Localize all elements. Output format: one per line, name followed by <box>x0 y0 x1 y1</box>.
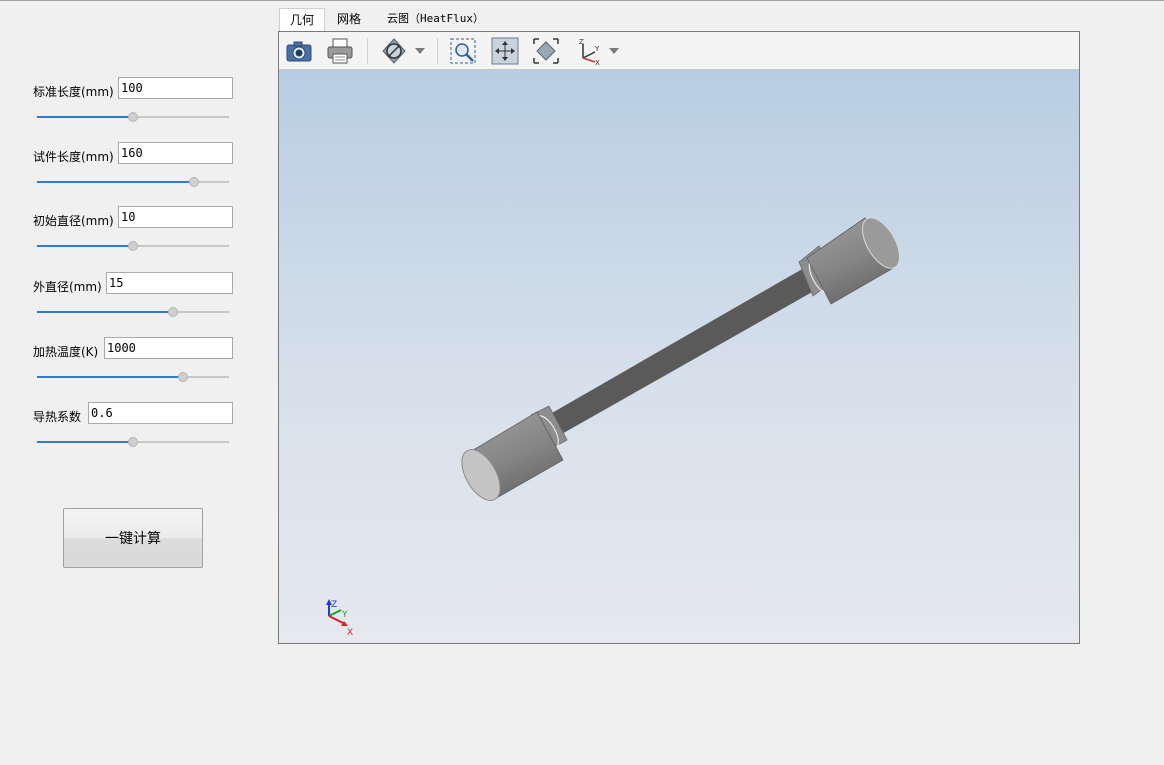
heating-temperature-slider[interactable] <box>37 372 229 382</box>
param-label: 标准长度(mm) <box>33 85 114 99</box>
slider-fill <box>37 376 183 378</box>
slider-fill <box>37 311 174 313</box>
param-specimen-length: 试件长度(mm) 160 <box>0 142 260 192</box>
param-outer-diameter: 外直径(mm) 15 <box>0 272 260 322</box>
slider-handle[interactable] <box>177 372 188 382</box>
param-label: 试件长度(mm) <box>33 150 114 164</box>
triad-y-label: Y <box>341 610 348 620</box>
specimen-length-slider[interactable] <box>37 177 229 187</box>
svg-text:Z: Z <box>579 38 584 46</box>
specimen-gauge-section <box>543 268 816 439</box>
param-label: 加热温度(K) <box>33 345 99 359</box>
slider-handle[interactable] <box>168 307 179 317</box>
tab-geometry[interactable]: 几何 <box>279 8 325 32</box>
display-mode-icon[interactable] <box>379 36 409 66</box>
fit-all-icon[interactable] <box>531 36 561 66</box>
thermal-conductivity-slider[interactable] <box>37 437 229 447</box>
initial-diameter-input[interactable]: 10 <box>118 206 233 228</box>
slider-handle[interactable] <box>128 437 138 447</box>
standard-length-slider[interactable] <box>37 112 229 122</box>
camera-icon[interactable] <box>284 36 314 66</box>
toolbar-separator <box>367 38 368 64</box>
triad-z-label: Z <box>331 600 337 610</box>
print-icon[interactable] <box>325 36 355 66</box>
toolbar-separator <box>437 38 438 64</box>
viewer-toolbar: Z Y X <box>279 32 1079 70</box>
specimen-model: Z Y X <box>326 217 901 638</box>
specimen-length-input[interactable]: 160 <box>118 142 233 164</box>
slider-fill <box>37 181 195 183</box>
slider-fill <box>37 441 133 443</box>
outer-diameter-input[interactable]: 15 <box>106 272 233 294</box>
standard-length-input[interactable]: 100 <box>118 77 233 99</box>
param-label: 初始直径(mm) <box>33 214 114 228</box>
pan-icon[interactable] <box>490 36 520 66</box>
slider-fill <box>37 116 133 118</box>
heating-temperature-input[interactable]: 1000 <box>104 337 233 359</box>
one-click-calculate-button[interactable]: 一键计算 <box>63 508 203 568</box>
tab-contour-heatflux[interactable]: 云图（HeatFlux） <box>387 8 484 30</box>
thermal-conductivity-input[interactable]: 0.6 <box>88 402 233 424</box>
slider-handle[interactable] <box>128 241 138 251</box>
param-label: 外直径(mm) <box>33 280 102 294</box>
axis-view-dropdown-arrow[interactable] <box>609 48 619 54</box>
zoom-window-icon[interactable] <box>448 36 478 66</box>
window-top-border <box>0 0 1164 1</box>
param-initial-diameter: 初始直径(mm) 10 <box>0 206 260 256</box>
3d-canvas[interactable]: Z Y X <box>279 70 1079 643</box>
slider-fill <box>37 245 133 247</box>
slider-handle[interactable] <box>189 177 200 187</box>
svg-text:X: X <box>595 59 600 66</box>
triad-x-label: X <box>347 628 353 638</box>
outer-diameter-slider[interactable] <box>37 307 229 317</box>
param-thermal-conductivity: 导热系数 0.6 <box>0 402 260 452</box>
param-label: 导热系数 <box>33 410 82 424</box>
display-mode-dropdown-arrow[interactable] <box>415 48 425 54</box>
tab-mesh[interactable]: 网格 <box>337 8 361 30</box>
param-heating-temperature: 加热温度(K) 1000 <box>0 337 260 387</box>
param-standard-length: 标准长度(mm) 100 <box>0 77 260 127</box>
svg-text:Y: Y <box>594 45 600 53</box>
axis-view-icon[interactable]: Z Y X <box>573 36 603 66</box>
initial-diameter-slider[interactable] <box>37 241 229 251</box>
3d-viewer: Z Y X Z Y X <box>278 31 1080 644</box>
slider-handle[interactable] <box>128 112 138 122</box>
